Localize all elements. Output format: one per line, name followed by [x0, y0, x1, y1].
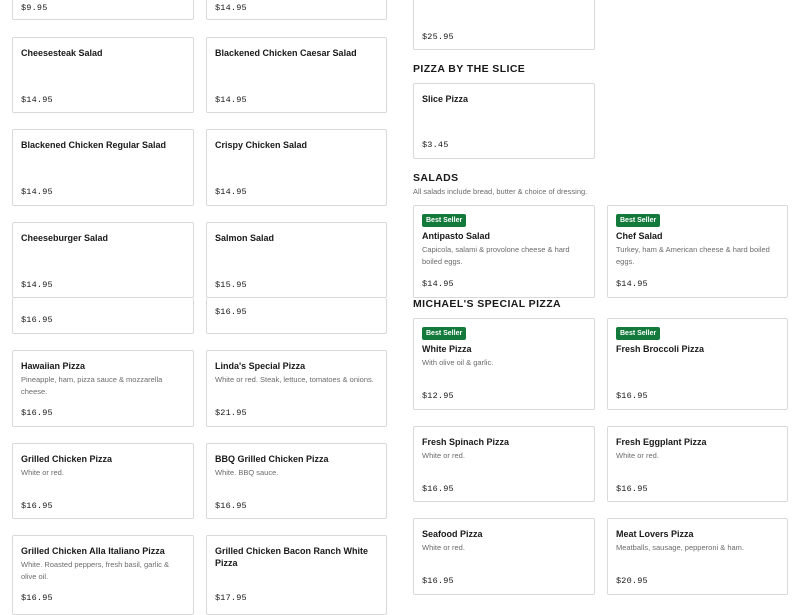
item-name: Fresh Eggplant Pizza: [616, 437, 707, 447]
item-price: $16.95: [616, 391, 648, 401]
item-name: Hawaiian Pizza: [21, 361, 86, 371]
item-price: $16.95: [616, 484, 648, 494]
section-title-salads: SALADS: [413, 172, 459, 184]
item-price: $14.95: [215, 187, 247, 197]
item-description: Meatballs, sausage, pepperoni & ham.: [616, 543, 744, 552]
section-title-special-pizza: MICHAEL'S SPECIAL PIZZA: [413, 298, 562, 310]
item-name: Blackened Chicken Regular Salad: [21, 140, 167, 150]
section-subtitle-salads: All salads include bread, butter & choic…: [413, 187, 588, 196]
item-description: White or red.: [21, 468, 64, 477]
menu-item-card[interactable]: Seafood Pizza White or red. $16.95: [413, 518, 595, 595]
item-price: $16.95: [422, 576, 454, 586]
item-price: $14.95: [21, 280, 53, 290]
item-name: Seafood Pizza: [422, 529, 483, 539]
item-price: $14.95: [616, 279, 648, 289]
item-price: $16.95: [215, 501, 247, 511]
item-name: Blackened Chicken Caesar Salad: [215, 48, 357, 58]
item-price: $16.95: [21, 501, 53, 511]
item-description: Pineapple, ham, pizza sauce & mozzarella…: [21, 375, 163, 396]
item-price: $14.95: [21, 95, 53, 105]
item-name: Fresh Broccoli Pizza: [616, 344, 705, 354]
item-name: Antipasto Salad: [422, 231, 491, 241]
menu-item-card[interactable]: $16.95: [12, 298, 194, 334]
item-description: White or red.: [422, 543, 465, 552]
menu-item-card[interactable]: Meat Lovers Pizza Meatballs, sausage, pe…: [607, 518, 788, 595]
item-price: $3.45: [422, 140, 449, 150]
menu-item-card[interactable]: Cheeseburger Salad $14.95: [12, 222, 194, 298]
menu-item-card[interactable]: Hawaiian Pizza Pineapple, ham, pizza sau…: [12, 350, 194, 427]
best-seller-badge: Best Seller: [616, 214, 661, 227]
menu-item-card[interactable]: Best Seller Antipasto Salad Capicola, sa…: [413, 205, 595, 298]
item-price: $16.95: [21, 315, 53, 325]
item-description: White. BBQ sauce.: [215, 468, 279, 477]
menu-item-card[interactable]: $25.95: [413, 0, 595, 50]
item-name: Cheesesteak Salad: [21, 48, 103, 58]
item-description: With olive oil & garlic.: [422, 358, 494, 367]
item-description: Turkey, ham & American cheese & hard boi…: [616, 245, 770, 266]
menu-item-card[interactable]: Fresh Eggplant Pizza White or red. $16.9…: [607, 426, 788, 502]
item-name: Chef Salad: [616, 231, 663, 241]
item-price: $14.95: [422, 279, 454, 289]
item-price: $15.95: [215, 280, 247, 290]
item-name: White Pizza: [422, 344, 472, 354]
item-name: Cheeseburger Salad: [21, 233, 109, 243]
item-name: Grilled Chicken Alla Italiano Pizza: [21, 546, 165, 556]
menu-item-card[interactable]: Cheesesteak Salad $14.95: [12, 37, 194, 113]
menu-item-card[interactable]: Crispy Chicken Salad $14.95: [206, 129, 387, 206]
item-price: $14.95: [21, 187, 53, 197]
item-price: $20.95: [616, 576, 648, 586]
item-name: Crispy Chicken Salad: [215, 140, 308, 150]
item-description: White or red.: [616, 451, 659, 460]
item-price: $16.95: [215, 307, 247, 317]
item-name: Slice Pizza: [422, 94, 469, 104]
item-description: White. Roasted peppers, fresh basil, gar…: [21, 560, 169, 581]
item-price: $12.95: [422, 391, 454, 401]
item-price: $14.95: [215, 3, 247, 13]
menu-item-card[interactable]: $9.95: [12, 0, 194, 20]
item-name: BBQ Grilled Chicken Pizza: [215, 454, 329, 464]
menu-item-card[interactable]: Grilled Chicken Pizza White or red. $16.…: [12, 443, 194, 519]
menu-item-card[interactable]: Slice Pizza $3.45: [413, 83, 595, 159]
item-description: Capicola, salami & provolone cheese & ha…: [422, 245, 570, 266]
menu-item-card[interactable]: BBQ Grilled Chicken Pizza White. BBQ sau…: [206, 443, 387, 519]
menu-item-card[interactable]: Blackened Chicken Caesar Salad $14.95: [206, 37, 387, 113]
menu-item-card[interactable]: Best Seller White Pizza With olive oil &…: [413, 318, 595, 410]
item-price: $14.95: [215, 95, 247, 105]
section-title-slice: PIZZA BY THE SLICE: [413, 63, 526, 75]
menu-item-card[interactable]: Fresh Spinach Pizza White or red. $16.95: [413, 426, 595, 502]
item-price: $21.95: [215, 408, 247, 418]
best-seller-badge: Best Seller: [422, 214, 467, 227]
item-price: $9.95: [21, 3, 48, 13]
item-name: Salmon Salad: [215, 233, 275, 243]
best-seller-badge: Best Seller: [616, 327, 661, 340]
item-price: $16.95: [21, 408, 53, 418]
item-name: Grilled Chicken Pizza: [21, 454, 113, 464]
item-name: Fresh Spinach Pizza: [422, 437, 510, 447]
menu-item-card[interactable]: $16.95: [206, 298, 387, 334]
item-description: White or red. Steak, lettuce, tomatoes &…: [215, 375, 374, 384]
item-price: $25.95: [422, 32, 454, 42]
item-name: Linda's Special Pizza: [215, 361, 306, 371]
menu-item-card[interactable]: Grilled Chicken Bacon Ranch White Pizza …: [206, 535, 387, 615]
menu-item-card[interactable]: Best Seller Fresh Broccoli Pizza $16.95: [607, 318, 788, 410]
item-price: $17.95: [215, 593, 247, 603]
menu-item-card[interactable]: Blackened Chicken Regular Salad $14.95: [12, 129, 194, 206]
menu-item-card[interactable]: Best Seller Chef Salad Turkey, ham & Ame…: [607, 205, 788, 298]
menu-item-card[interactable]: Grilled Chicken Alla Italiano Pizza Whit…: [12, 535, 194, 615]
best-seller-badge: Best Seller: [422, 327, 467, 340]
item-name: Meat Lovers Pizza: [616, 529, 694, 539]
item-price: $16.95: [21, 593, 53, 603]
menu-item-card[interactable]: Salmon Salad $15.95: [206, 222, 387, 298]
item-price: $16.95: [422, 484, 454, 494]
item-description: White or red.: [422, 451, 465, 460]
menu-item-card[interactable]: Linda's Special Pizza White or red. Stea…: [206, 350, 387, 427]
item-name: Grilled Chicken Bacon Ranch White Pizza: [215, 546, 369, 568]
menu-item-card[interactable]: $14.95: [206, 0, 387, 20]
